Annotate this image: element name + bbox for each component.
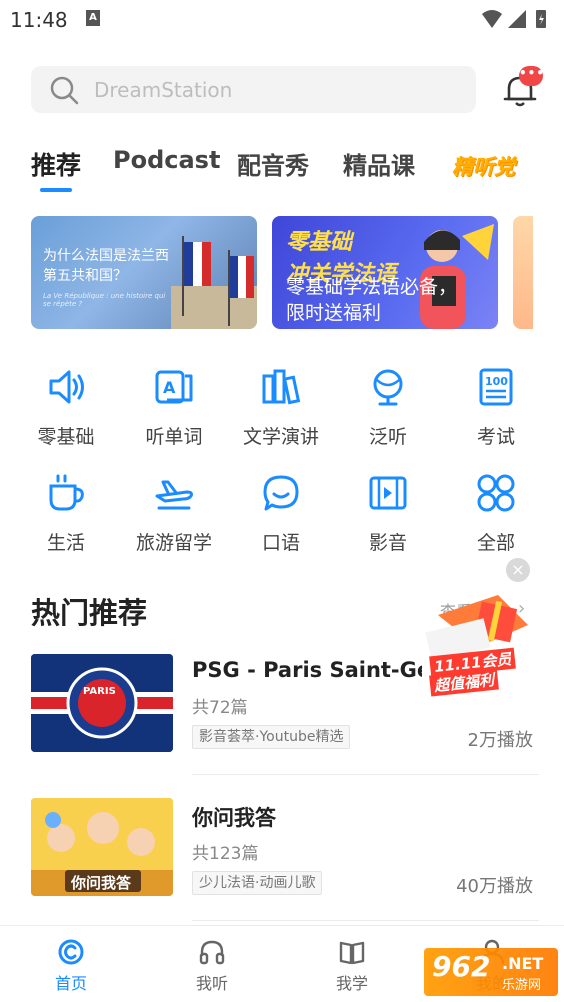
grid-icon: [477, 474, 515, 512]
tab-premium-course[interactable]: 精品课: [343, 146, 415, 181]
search-icon: [50, 76, 79, 105]
category-label: 生活: [46, 532, 85, 554]
banner-beginner-french[interactable]: 零基础 冲关学法语 零基础学法语必备， 限时送福利: [272, 216, 498, 329]
flags-illustration: [171, 236, 257, 329]
books-icon: [262, 369, 301, 405]
item-count: 共72篇: [192, 698, 248, 718]
nav-study[interactable]: 我学: [312, 938, 392, 994]
close-icon[interactable]: ×: [506, 558, 530, 582]
home-icon: [58, 939, 84, 965]
word-card-icon: A: [155, 370, 193, 404]
notification-badge: •••: [519, 66, 544, 86]
item-title[interactable]: 你问我答: [192, 802, 276, 832]
category-label: 泛听: [368, 426, 407, 448]
headphones-icon: [199, 940, 225, 965]
nav-label: 我学: [335, 974, 368, 993]
status-time: 11:48: [10, 8, 68, 32]
category-all[interactable]: 全部: [441, 472, 551, 555]
watermark-cn: 乐游网: [502, 978, 542, 993]
svg-text:A: A: [163, 378, 176, 397]
banner-peek[interactable]: [513, 216, 533, 329]
airplane-icon: [155, 480, 193, 510]
banner-headline-1: 零基础: [286, 230, 353, 255]
psg-logo-image: PARIS: [31, 654, 173, 752]
banner-line-2: 限时送福利: [286, 302, 382, 324]
category-literature[interactable]: 文学演讲: [226, 366, 336, 449]
category-label: 零基础: [37, 426, 95, 448]
svg-text:PARIS: PARIS: [83, 686, 116, 697]
category-extensive-listening[interactable]: 泛听: [333, 366, 443, 449]
site-watermark-logo: 962 .NET 乐游网: [424, 948, 558, 996]
nav-label: 首页: [54, 974, 87, 993]
item-tag: 少儿法语·动画儿歌: [192, 871, 323, 895]
search-input[interactable]: DreamStation: [31, 66, 476, 113]
category-label: 听单词: [145, 426, 203, 448]
nav-label: 我听: [195, 974, 228, 993]
divider: [192, 774, 539, 775]
status-bar: 11:48 A: [0, 0, 564, 40]
category-speaking[interactable]: 口语: [226, 472, 336, 555]
section-title: 热门推荐: [31, 596, 148, 630]
tab-podcast[interactable]: Podcast: [113, 146, 220, 174]
category-label: 全部: [476, 532, 515, 554]
item-thumbnail[interactable]: PARIS: [31, 654, 173, 752]
notification-a-icon: A: [86, 10, 100, 26]
tab-active-indicator: [40, 188, 72, 192]
category-exam[interactable]: 100 考试: [441, 366, 551, 449]
category-label: 口语: [261, 532, 300, 554]
category-beginner[interactable]: 零基础: [11, 366, 121, 449]
category-media[interactable]: 影音: [333, 472, 443, 555]
category-life[interactable]: 生活: [11, 472, 121, 555]
exam-icon: 100: [479, 368, 513, 406]
wifi-icon: [482, 10, 502, 28]
film-icon: [369, 476, 407, 510]
signal-icon: [508, 10, 526, 28]
search-placeholder: DreamStation: [94, 78, 233, 102]
watermark-number: 962: [432, 950, 491, 983]
item-count: 共123篇: [192, 844, 259, 864]
item-plays: 40万播放: [456, 876, 533, 897]
book-icon: [339, 941, 365, 965]
item-tag: 影音荟萃·Youtube精选: [192, 725, 351, 749]
item-thumbnail[interactable]: 你问我答: [31, 798, 173, 896]
category-label: 考试: [476, 426, 515, 448]
category-travel-study[interactable]: 旅游留学: [119, 472, 229, 555]
banner-subtitle: La Ve République : une histoire qui se r…: [43, 292, 166, 308]
banner-title: 为什么法国是法兰西第五共和国？: [43, 248, 169, 284]
nav-listen[interactable]: 我听: [172, 938, 252, 994]
category-label: 旅游留学: [135, 532, 212, 554]
chat-bubble-icon: [263, 475, 299, 511]
status-icons: [482, 10, 546, 28]
category-listen-words[interactable]: A 听单词: [119, 366, 229, 449]
watermark-net: .NET: [502, 954, 544, 973]
banner-france-republic[interactable]: 为什么法国是法兰西第五共和国？ La Ve République : une h…: [31, 216, 257, 329]
coffee-cup-icon: [49, 474, 84, 511]
category-label: 影音: [368, 532, 407, 554]
svg-text:100: 100: [485, 375, 508, 388]
tab-dubbing[interactable]: 配音秀: [237, 146, 309, 181]
divider: [192, 920, 539, 921]
category-label: 文学演讲: [242, 426, 319, 448]
tab-promo[interactable]: 精听党: [452, 151, 515, 181]
speaker-icon: [49, 370, 84, 404]
tab-recommend[interactable]: 推荐: [31, 146, 81, 182]
globe-icon: [373, 369, 403, 406]
nav-home[interactable]: 首页: [31, 938, 111, 994]
banner-line-1: 零基础学法语必备，: [286, 276, 458, 298]
item-title[interactable]: PSG - Paris Saint-Germain: [192, 658, 422, 682]
item-thumb-text: 你问我答: [71, 874, 132, 892]
item-plays: 2万播放: [467, 730, 533, 751]
